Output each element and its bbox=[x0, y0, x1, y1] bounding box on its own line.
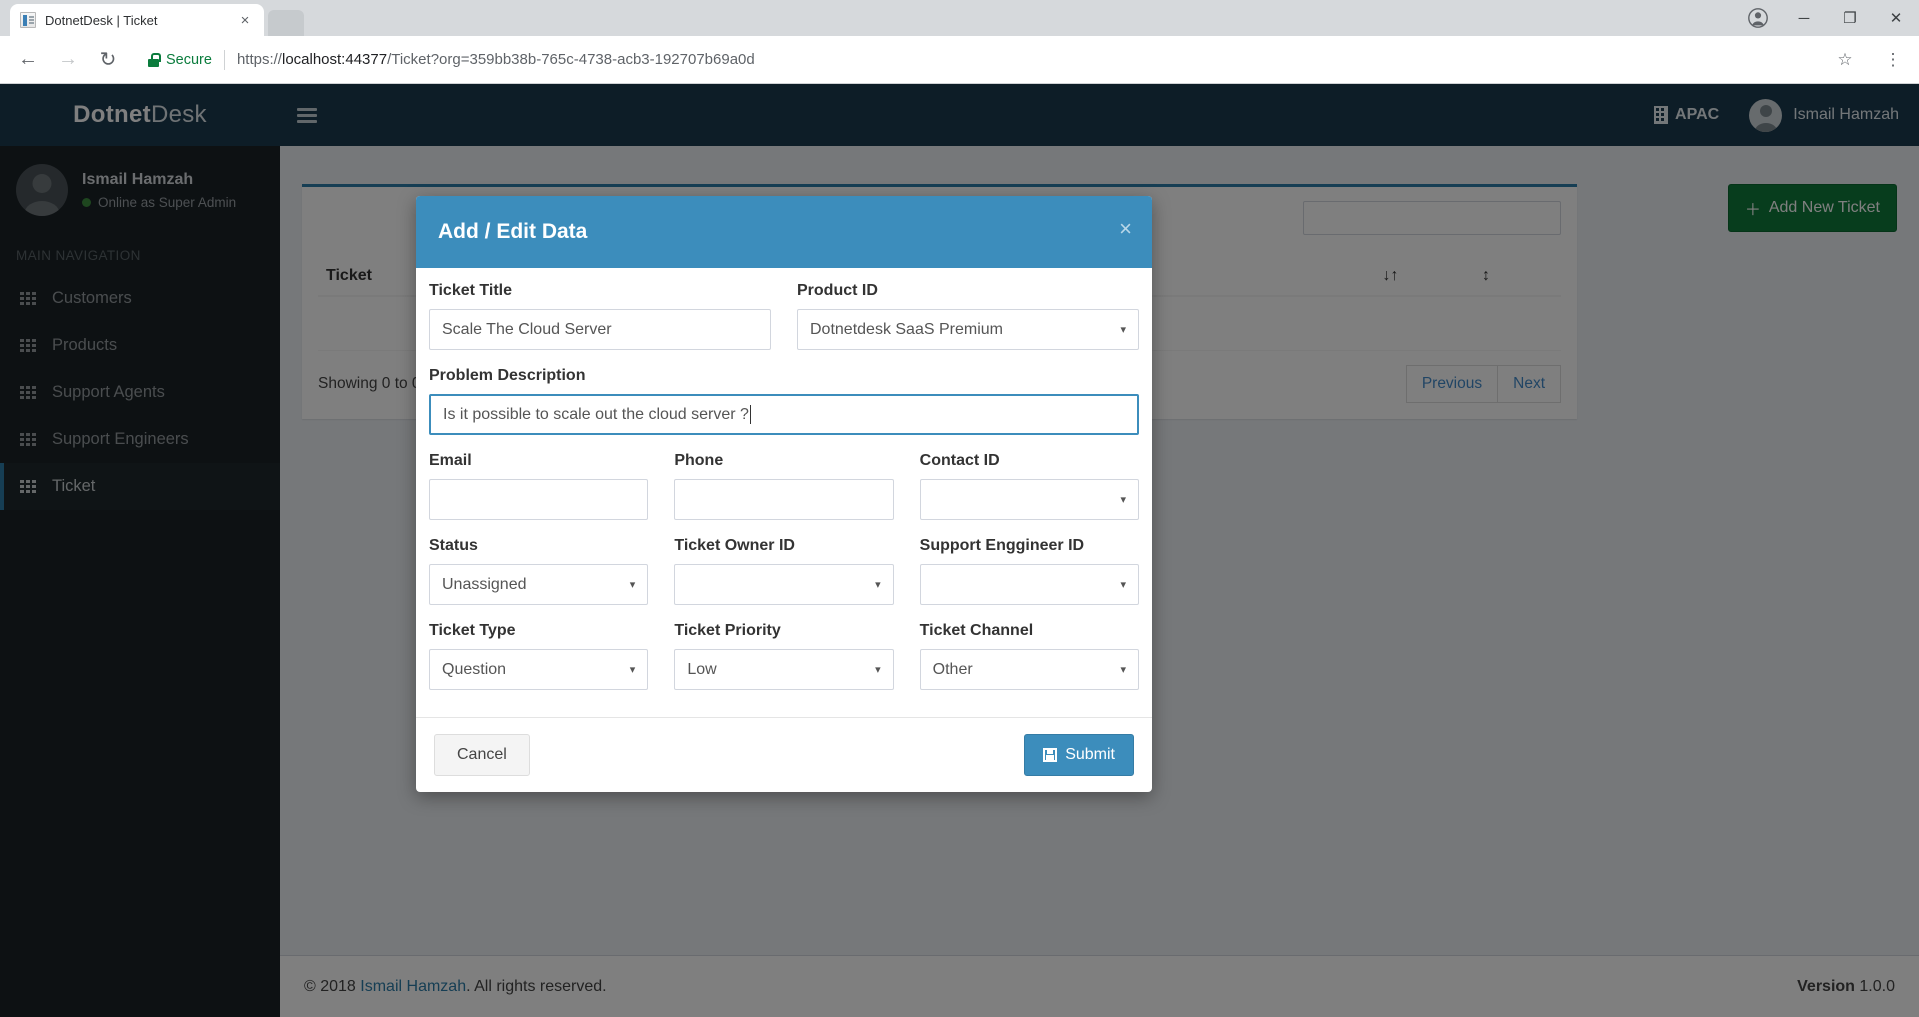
ticket-owner-id-label: Ticket Owner ID bbox=[674, 537, 795, 554]
cancel-button[interactable]: Cancel bbox=[434, 734, 530, 776]
field-group-ticket-channel: Ticket Channel Other ▾ bbox=[907, 622, 1152, 690]
ticket-channel-label: Ticket Channel bbox=[919, 622, 1034, 639]
forward-icon[interactable]: → bbox=[48, 40, 88, 80]
browser-profile-icon[interactable] bbox=[1735, 0, 1781, 36]
favicon-icon bbox=[20, 12, 36, 28]
ticket-owner-id-select[interactable]: ▾ bbox=[674, 564, 894, 605]
browser-menu-icon[interactable]: ⋮ bbox=[1875, 51, 1911, 68]
chevron-down-icon: ▾ bbox=[875, 579, 881, 591]
application-root: DotnetDesk APAC Ismail Hamzah bbox=[0, 84, 1919, 1017]
url-path: /Ticket?org=359bb38b-765c-4738-acb3-1927… bbox=[387, 51, 755, 68]
tab-close-icon[interactable]: × bbox=[236, 11, 254, 29]
url-host: localhost:44377 bbox=[281, 51, 388, 68]
form-row-5: Ticket Type Question ▾ Ticket Priority L… bbox=[416, 622, 1152, 707]
text-caret bbox=[749, 405, 751, 424]
problem-description-label: Problem Description bbox=[429, 367, 586, 384]
chevron-down-icon: ▾ bbox=[1120, 494, 1126, 506]
chevron-down-icon: ▾ bbox=[629, 579, 636, 591]
status-select[interactable]: Unassigned ▾ bbox=[429, 564, 649, 605]
lock-icon bbox=[148, 52, 161, 67]
email-label: Email bbox=[429, 452, 472, 469]
submit-button[interactable]: Submit bbox=[1024, 734, 1134, 776]
form-row-3: Email Phone Contact ID ▾ bbox=[416, 452, 1152, 537]
phone-input[interactable] bbox=[674, 479, 894, 520]
form-row-4: Status Unassigned ▾ Ticket Owner ID ▾ Su… bbox=[416, 537, 1152, 622]
add-edit-data-modal: Add / Edit Data × Ticket Title Scale The… bbox=[416, 196, 1152, 792]
person-circle-icon bbox=[1748, 8, 1768, 28]
window-controls: ─ ❐ ✕ bbox=[1735, 0, 1919, 36]
field-group-contact-id: Contact ID ▾ bbox=[907, 452, 1152, 520]
field-group-problem-description: Problem Description Is it possible to sc… bbox=[416, 367, 1152, 435]
url-text: https://localhost:44377/Ticket?org=359bb… bbox=[237, 51, 755, 68]
save-icon bbox=[1043, 748, 1058, 762]
chevron-down-icon: ▾ bbox=[875, 664, 881, 676]
form-row-1: Ticket Title Scale The Cloud Server Prod… bbox=[416, 282, 1152, 367]
ticket-type-select[interactable]: Question ▾ bbox=[429, 649, 649, 690]
reload-icon[interactable]: ↻ bbox=[88, 40, 128, 80]
browser-chrome: DotnetDesk | Ticket × ─ ❐ ✕ ← → ↻ Secure bbox=[0, 0, 1919, 84]
support-engineer-id-label: Support Enggineer ID bbox=[919, 537, 1085, 554]
window-maximize-button[interactable]: ❐ bbox=[1827, 0, 1873, 36]
support-engineer-id-select[interactable]: ▾ bbox=[919, 564, 1139, 605]
new-tab-button[interactable] bbox=[268, 10, 304, 36]
field-group-ticket-title: Ticket Title Scale The Cloud Server bbox=[416, 282, 784, 350]
secure-label: Secure bbox=[166, 51, 212, 68]
contact-id-label: Contact ID bbox=[919, 452, 1000, 469]
field-group-support-engineer-id: Support Enggineer ID ▾ bbox=[907, 537, 1152, 605]
problem-description-input[interactable]: Is it possible to scale out the cloud se… bbox=[429, 394, 1139, 435]
problem-description-value: Is it possible to scale out the cloud se… bbox=[443, 405, 749, 423]
product-id-select[interactable]: Dotnetdesk SaaS Premium ▾ bbox=[797, 309, 1139, 350]
field-group-ticket-priority: Ticket Priority Low ▾ bbox=[661, 622, 906, 690]
modal-header: Add / Edit Data × bbox=[416, 196, 1152, 268]
ticket-type-value: Question bbox=[442, 660, 507, 678]
url-scheme: https:// bbox=[236, 51, 282, 68]
ticket-channel-value: Other bbox=[932, 660, 973, 678]
chevron-down-icon: ▾ bbox=[1120, 579, 1126, 591]
contact-id-select[interactable]: ▾ bbox=[919, 479, 1139, 520]
tab-title: DotnetDesk | Ticket bbox=[45, 12, 158, 28]
product-id-value: Dotnetdesk SaaS Premium bbox=[810, 320, 1003, 338]
modal-close-icon[interactable]: × bbox=[1119, 218, 1132, 240]
modal-body: Ticket Title Scale The Cloud Server Prod… bbox=[416, 268, 1152, 717]
window-minimize-button[interactable]: ─ bbox=[1781, 0, 1827, 36]
form-row-2: Problem Description Is it possible to sc… bbox=[416, 367, 1152, 452]
modal-footer: Cancel Submit bbox=[416, 717, 1152, 792]
ticket-type-label: Ticket Type bbox=[429, 622, 516, 639]
ticket-priority-label: Ticket Priority bbox=[674, 622, 781, 639]
ticket-title-input[interactable]: Scale The Cloud Server bbox=[429, 309, 771, 350]
field-group-phone: Phone bbox=[661, 452, 906, 520]
browser-toolbar: ← → ↻ Secure https://localhost:44377/Tic… bbox=[0, 36, 1919, 84]
phone-label: Phone bbox=[674, 452, 724, 469]
window-close-button[interactable]: ✕ bbox=[1873, 0, 1919, 36]
chevron-down-icon: ▾ bbox=[629, 664, 636, 676]
security-chip[interactable]: Secure bbox=[140, 52, 212, 68]
ticket-priority-select[interactable]: Low ▾ bbox=[674, 649, 894, 690]
email-input[interactable] bbox=[429, 479, 649, 520]
back-icon[interactable]: ← bbox=[8, 40, 48, 80]
chevron-down-icon: ▾ bbox=[1120, 324, 1126, 336]
status-label: Status bbox=[429, 537, 478, 554]
status-value: Unassigned bbox=[442, 575, 527, 593]
chevron-down-icon: ▾ bbox=[1120, 664, 1126, 676]
address-bar[interactable]: Secure https://localhost:44377/Ticket?or… bbox=[136, 45, 1867, 75]
modal-title: Add / Edit Data bbox=[438, 220, 588, 243]
ticket-priority-value: Low bbox=[687, 660, 717, 678]
ticket-channel-select[interactable]: Other ▾ bbox=[919, 649, 1139, 690]
ticket-title-label: Ticket Title bbox=[429, 282, 512, 299]
submit-label: Submit bbox=[1065, 746, 1115, 763]
field-group-ticket-type: Ticket Type Question ▾ bbox=[416, 622, 661, 690]
browser-tab-active[interactable]: DotnetDesk | Ticket × bbox=[10, 4, 264, 36]
bookmark-star-icon[interactable]: ☆ bbox=[1827, 50, 1863, 70]
field-group-product-id: Product ID Dotnetdesk SaaS Premium ▾ bbox=[784, 282, 1152, 350]
field-group-email: Email bbox=[416, 452, 661, 520]
omnibox-divider bbox=[223, 49, 225, 70]
field-group-status: Status Unassigned ▾ bbox=[416, 537, 661, 605]
browser-tabstrip: DotnetDesk | Ticket × ─ ❐ ✕ bbox=[0, 0, 1919, 36]
field-group-ticket-owner-id: Ticket Owner ID ▾ bbox=[661, 537, 906, 605]
product-id-label: Product ID bbox=[797, 282, 878, 299]
